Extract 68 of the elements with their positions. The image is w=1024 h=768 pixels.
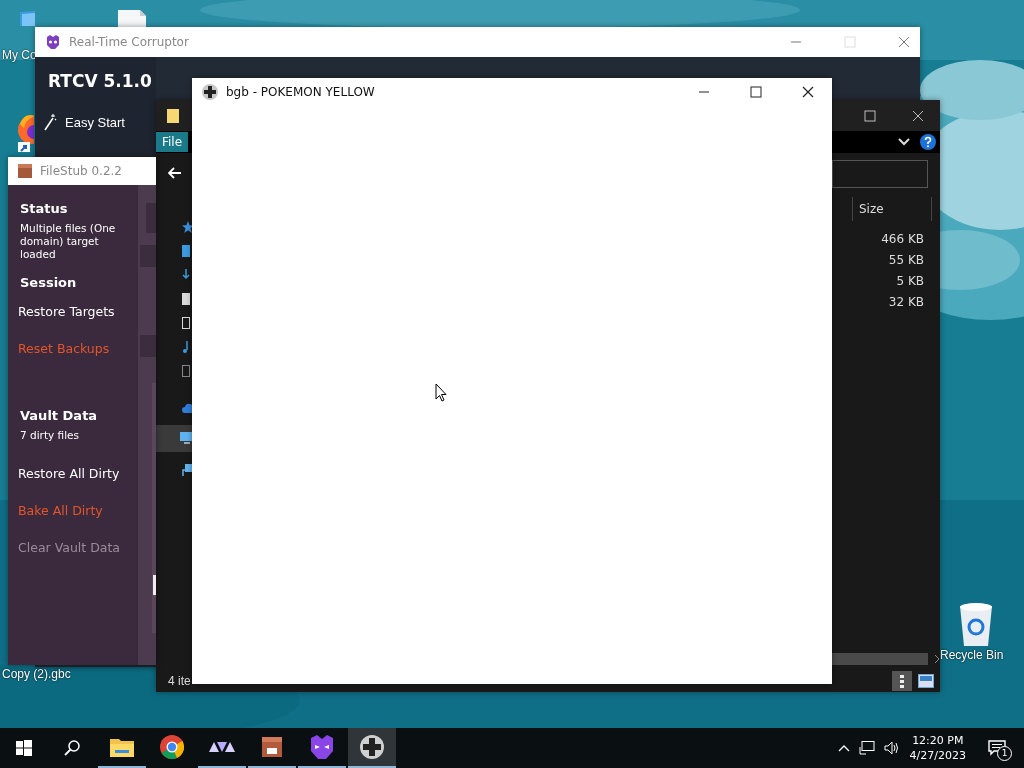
details-view-icon[interactable] — [892, 671, 912, 691]
menu-button[interactable]: Restore Targets — [18, 304, 115, 319]
icon-label[interactable]: Copy (2).gbc — [2, 667, 71, 681]
scrollbar[interactable] — [152, 383, 156, 633]
help-icon[interactable] — [920, 134, 936, 150]
window-title: bgb - POKEMON YELLOW — [226, 85, 375, 99]
close-icon[interactable] — [912, 109, 924, 122]
dpad-icon — [360, 735, 384, 759]
volume-icon[interactable] — [883, 741, 900, 755]
close-icon[interactable] — [802, 86, 814, 98]
download-icon[interactable] — [182, 269, 190, 281]
window-title: Real-Time Corruptor — [69, 35, 189, 49]
start-icon[interactable] — [16, 740, 32, 756]
maximize-icon[interactable] — [750, 86, 762, 98]
notifications-button[interactable]: 1 — [982, 733, 1012, 763]
menu-item[interactable]: Easy Start — [43, 113, 125, 131]
status-text: 4 ite — [168, 674, 191, 688]
status-text: 7 dirty files — [20, 429, 80, 442]
message-icon — [988, 740, 1006, 756]
music-icon[interactable] — [182, 341, 190, 353]
maximize-icon — [844, 36, 856, 48]
scrollbar-thumb[interactable] — [832, 653, 928, 665]
search-icon[interactable] — [64, 740, 80, 756]
scrollbar-thumb[interactable] — [153, 575, 156, 595]
window-title: FileStub 0.2.2 — [40, 164, 122, 178]
scrollbar[interactable] — [832, 652, 940, 666]
cursor-icon — [435, 383, 447, 402]
icon-label[interactable]: Recycle Bin — [940, 648, 1004, 662]
table-cell-text: 5 KB — [895, 273, 925, 290]
section-heading: Status — [20, 201, 68, 216]
search-field[interactable] — [832, 160, 928, 188]
box-icon — [18, 164, 32, 178]
folder-icon — [166, 107, 180, 124]
panel-strip — [146, 203, 156, 233]
chevron-up-icon[interactable] — [837, 744, 850, 752]
column-header[interactable]: Size — [852, 197, 932, 221]
scroll-right-icon[interactable] — [934, 654, 940, 664]
menu-button[interactable]: Bake All Dirty — [18, 503, 103, 518]
video-icon[interactable] — [182, 365, 190, 377]
skull-icon — [309, 734, 335, 760]
skull-icon — [45, 34, 61, 50]
menu-button[interactable]: Reset Backups — [18, 341, 110, 356]
box-icon — [262, 737, 282, 757]
browser-icon — [160, 735, 184, 759]
wand-icon — [43, 113, 57, 131]
notification-badge: 1 — [997, 746, 1012, 761]
app-version-title: RTCV 5.1.0 — [48, 71, 152, 91]
status-text: Multiple files (One domain) target loaded — [20, 222, 117, 261]
table-cell-text: 55 KB — [887, 252, 925, 269]
network-icon[interactable] — [858, 741, 875, 755]
star-icon[interactable] — [182, 221, 194, 233]
tiles-view-icon[interactable] — [918, 674, 934, 688]
menu-button[interactable]: Restore All Dirty — [18, 466, 120, 481]
file-tab[interactable]: File — [156, 132, 189, 152]
folder-icon — [110, 737, 134, 757]
back-arrow-icon[interactable] — [168, 167, 182, 179]
table-cell-text: 466 KB — [880, 231, 925, 248]
triangles-icon — [209, 740, 235, 754]
section-heading: Session — [20, 275, 77, 290]
dpad-icon — [202, 84, 218, 100]
maximize-icon[interactable] — [864, 109, 876, 122]
table-cell-text: 32 KB — [887, 294, 925, 311]
taskbar-app[interactable] — [348, 728, 396, 768]
chevron-down-icon[interactable] — [898, 138, 910, 146]
nav-item[interactable] — [156, 425, 192, 452]
clock[interactable]: 12:20 PM 4/27/2023 — [909, 733, 966, 763]
picture-frame-icon[interactable] — [182, 317, 190, 329]
section-heading: Vault Data — [20, 408, 98, 423]
